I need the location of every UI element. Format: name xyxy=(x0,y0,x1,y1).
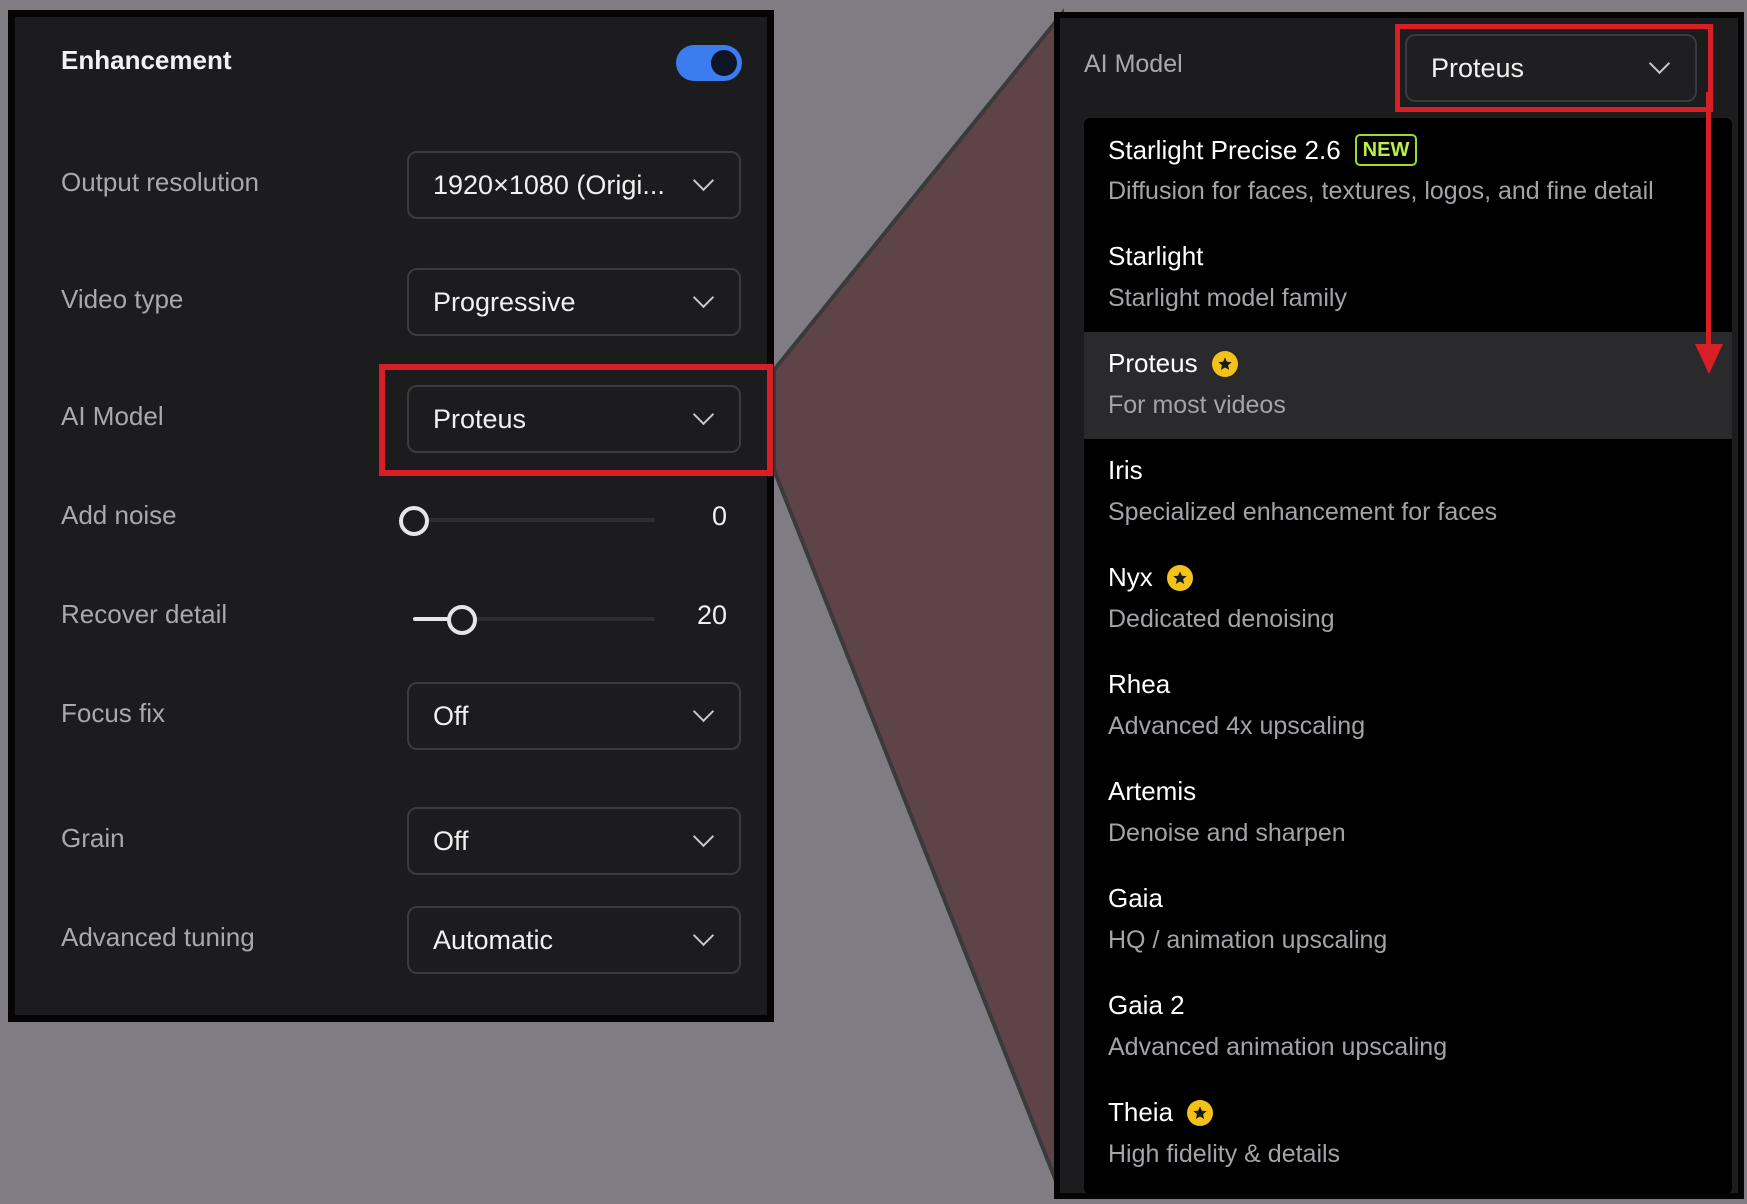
model-option-description: Diffusion for faces, textures, logos, an… xyxy=(1108,177,1654,205)
model-option-description: Advanced 4x upscaling xyxy=(1108,712,1366,740)
recover-detail-slider[interactable] xyxy=(413,604,655,635)
model-name: Nyx xyxy=(1108,562,1153,592)
ai-model-label: AI Model xyxy=(61,401,164,431)
add-noise-label: Add noise xyxy=(61,500,177,530)
model-option[interactable]: Proteus For most videos xyxy=(1084,332,1732,439)
model-option[interactable]: Gaia 2 Advanced animation upscaling xyxy=(1084,974,1732,1081)
add-noise-value: 0 xyxy=(711,501,727,531)
model-option-description: For most videos xyxy=(1108,391,1286,419)
video-type-value: Progressive xyxy=(433,287,576,317)
selected-model-highlight xyxy=(1395,24,1713,112)
model-option-description: Advanced animation upscaling xyxy=(1108,1033,1448,1061)
grain-select[interactable]: Off xyxy=(407,807,741,875)
model-dropdown-menu: Starlight Precise 2.6 NEW Diffusion for fa… xyxy=(1084,118,1732,1194)
model-option-title: Iris xyxy=(1108,455,1143,486)
grain-label: Grain xyxy=(61,823,125,853)
model-option-title: Theia xyxy=(1108,1097,1214,1128)
chevron-down-icon xyxy=(692,924,715,947)
chevron-down-icon xyxy=(692,169,715,192)
model-option-description: High fidelity & details xyxy=(1108,1140,1341,1168)
panel-title: Enhancement xyxy=(61,45,232,75)
chevron-down-icon xyxy=(692,825,715,848)
enhancement-panel: Enhancement Output resolution 1920×1080 … xyxy=(8,10,774,1022)
advanced-tuning-label: Advanced tuning xyxy=(61,922,255,952)
model-option[interactable]: Rhea Advanced 4x upscaling xyxy=(1084,653,1732,760)
toggle-knob xyxy=(711,50,737,76)
video-type-label: Video type xyxy=(61,284,184,314)
model-option-title: Starlight xyxy=(1108,241,1203,272)
model-option[interactable]: Nyx Dedicated denoising xyxy=(1084,546,1732,653)
model-name: Starlight Precise 2.6 xyxy=(1108,134,1341,165)
model-name: Gaia 2 xyxy=(1108,990,1185,1020)
model-name: Rhea xyxy=(1108,669,1171,699)
chevron-down-icon xyxy=(692,700,715,723)
new-badge: NEW xyxy=(1354,134,1418,166)
arrow-head-icon xyxy=(1695,344,1723,374)
model-name: Iris xyxy=(1108,455,1143,485)
star-icon xyxy=(1211,350,1238,377)
video-type-select[interactable]: Progressive xyxy=(407,268,741,336)
model-option-title: Nyx xyxy=(1108,562,1193,593)
model-option-title: Gaia xyxy=(1108,883,1163,914)
model-option-description: Specialized enhancement for faces xyxy=(1108,498,1498,526)
ai-model-dropdown-panel: AI Model Proteus Starlight Precise 2.6 NE… xyxy=(1054,12,1744,1199)
advanced-tuning-value: Automatic xyxy=(433,925,554,955)
slider-track xyxy=(413,518,655,522)
model-name: Artemis xyxy=(1108,776,1197,806)
model-option-description: Denoise and sharpen xyxy=(1108,819,1346,847)
model-option[interactable]: Gaia HQ / animation upscaling xyxy=(1084,867,1732,974)
focus-fix-select[interactable]: Off xyxy=(407,682,741,750)
output-resolution-label: Output resolution xyxy=(61,167,260,197)
slider-thumb[interactable] xyxy=(447,605,478,635)
model-option-description: Starlight model family xyxy=(1108,284,1347,312)
add-noise-slider[interactable] xyxy=(399,505,655,536)
model-option-title: Proteus xyxy=(1108,348,1238,379)
model-option-title: Artemis xyxy=(1108,776,1196,807)
recover-detail-label: Recover detail xyxy=(61,599,228,629)
model-option-description: HQ / animation upscaling xyxy=(1108,926,1388,954)
model-option[interactable]: Iris Specialized enhancement for faces xyxy=(1084,439,1732,546)
focus-fix-value: Off xyxy=(433,701,469,731)
model-option-description: Dedicated denoising xyxy=(1108,605,1335,633)
model-option[interactable]: Theia High fidelity & details xyxy=(1084,1081,1732,1188)
star-icon xyxy=(1166,564,1193,591)
model-option-title: Starlight Precise 2.6 NEW xyxy=(1108,134,1418,166)
annotation-arrow xyxy=(1706,92,1711,346)
recover-detail-value: 20 xyxy=(696,600,727,630)
model-option-title: Gaia 2 xyxy=(1108,990,1185,1021)
focus-fix-label: Focus fix xyxy=(61,698,166,728)
model-option[interactable]: Starlight Starlight model family xyxy=(1084,225,1732,332)
grain-value: Off xyxy=(433,826,469,856)
model-option-title: Rhea xyxy=(1108,669,1170,700)
star-icon xyxy=(1187,1099,1214,1126)
chevron-down-icon xyxy=(692,286,715,309)
ai-model-label: AI Model xyxy=(1084,50,1183,78)
model-name: Proteus xyxy=(1108,348,1198,378)
model-name: Theia xyxy=(1108,1097,1174,1127)
enhancement-toggle[interactable] xyxy=(676,45,742,81)
model-name: Gaia xyxy=(1108,883,1163,913)
output-resolution-value: 1920×1080 (Origi... xyxy=(433,170,665,200)
slider-thumb[interactable] xyxy=(399,506,429,536)
model-name: Starlight xyxy=(1108,241,1204,271)
model-option[interactable]: Artemis Denoise and sharpen xyxy=(1084,760,1732,867)
model-option[interactable]: Starlight Precise 2.6 NEW Diffusion for fa… xyxy=(1084,118,1732,225)
output-resolution-select[interactable]: 1920×1080 (Origi... xyxy=(407,151,741,219)
advanced-tuning-select[interactable]: Automatic xyxy=(407,906,741,974)
ai-model-highlight xyxy=(379,364,773,476)
